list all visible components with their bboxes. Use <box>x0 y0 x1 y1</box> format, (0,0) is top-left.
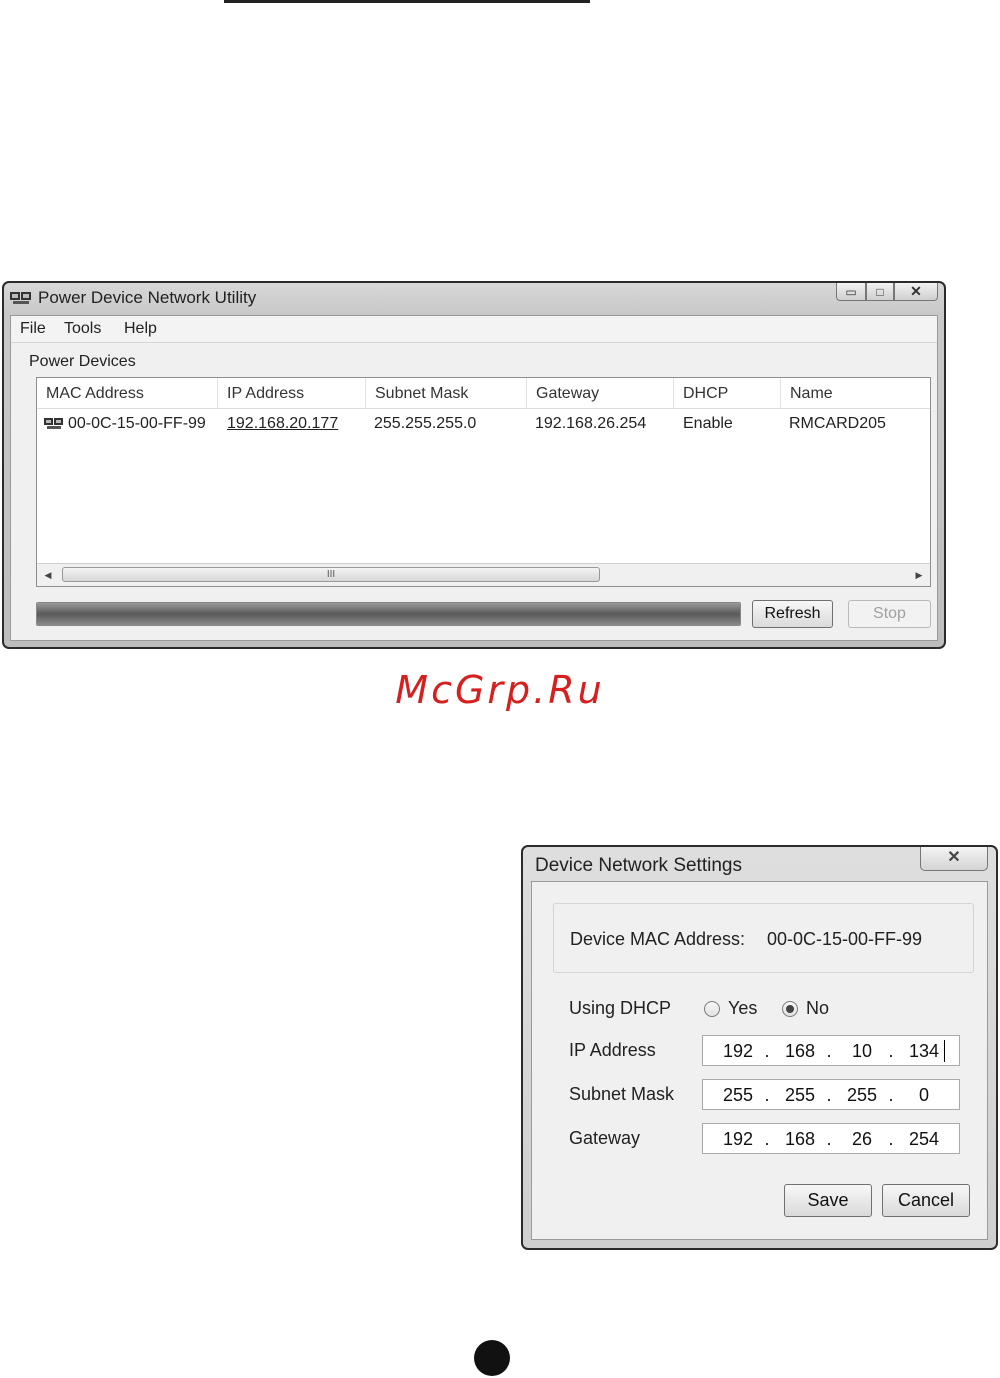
ip-label: IP Address <box>569 1040 656 1060</box>
subnet-octet-3[interactable]: 255 <box>837 1080 887 1109</box>
subnet-mask-input[interactable]: 255 . 255 . 255 . 0 <box>702 1079 960 1110</box>
ip-separator: . <box>826 1129 832 1149</box>
ip-separator: . <box>764 1129 770 1149</box>
cell-dhcp: Enable <box>683 415 733 432</box>
caption-buttons: ▭ □ ✕ <box>836 283 938 303</box>
ip-separator: . <box>764 1085 770 1105</box>
dialog-title: Device Network Settings <box>535 855 742 876</box>
subnet-octet-2[interactable]: 255 <box>775 1080 825 1109</box>
col-gateway[interactable]: Gateway <box>527 378 674 408</box>
watermark: McGrp.Ru <box>395 668 605 712</box>
ip-separator: . <box>888 1085 894 1105</box>
close-icon: ✕ <box>910 283 922 299</box>
top-rule <box>224 0 590 3</box>
ip-separator: . <box>764 1041 770 1061</box>
minimize-icon: ▭ <box>845 284 857 299</box>
col-ip-address[interactable]: IP Address <box>218 378 366 408</box>
maximize-icon: □ <box>876 284 884 299</box>
dhcp-label: Using DHCP <box>569 998 672 1018</box>
list-header: MAC Address IP Address Subnet Mask Gatew… <box>37 378 930 409</box>
ip-octet-2[interactable]: 168 <box>775 1036 825 1065</box>
subnet-octet-4[interactable]: 0 <box>899 1080 949 1109</box>
gateway-octet-3[interactable]: 26 <box>837 1124 887 1153</box>
mac-label: Device MAC Address: <box>570 929 746 949</box>
network-device-icon <box>44 418 63 429</box>
ip-octet-4[interactable]: 134 <box>899 1036 949 1065</box>
dhcp-yes-label[interactable]: Yes <box>728 998 757 1019</box>
progress-bar <box>36 602 741 626</box>
gateway-input[interactable]: 192 . 168 . 26 . 254 <box>702 1123 960 1154</box>
ip-separator: . <box>826 1085 832 1105</box>
menu-bar: File Tools Help <box>11 316 937 343</box>
progress-fill <box>37 603 740 625</box>
close-icon: ✕ <box>947 849 961 866</box>
gateway-label: Gateway <box>569 1128 641 1148</box>
dialog-close-button[interactable]: ✕ <box>920 847 988 871</box>
cell-name: RMCARD205 <box>789 415 886 432</box>
col-mac-address[interactable]: MAC Address <box>37 378 218 408</box>
horizontal-scrollbar[interactable]: ◀ III ▶ <box>37 563 930 586</box>
gateway-octet-4[interactable]: 254 <box>899 1124 949 1153</box>
dhcp-yes-radio[interactable] <box>704 1001 720 1017</box>
group-label: Power Devices <box>29 353 136 370</box>
window-title: Power Device Network Utility <box>38 288 257 307</box>
menu-file[interactable]: File <box>20 320 46 338</box>
ip-separator: . <box>888 1129 894 1149</box>
dhcp-no-radio[interactable] <box>782 1001 798 1017</box>
table-row[interactable]: 00-0C-15-00-FF-99 192.168.20.177 255.255… <box>37 409 930 437</box>
ip-octet-1[interactable]: 192 <box>713 1036 763 1065</box>
gateway-octet-2[interactable]: 168 <box>775 1124 825 1153</box>
ip-octet-3[interactable]: 10 <box>837 1036 887 1065</box>
subnet-octet-1[interactable]: 255 <box>713 1080 763 1109</box>
network-settings-dialog: Device Network Settings ✕ Device MAC Add… <box>521 845 998 1250</box>
gateway-octet-1[interactable]: 192 <box>713 1124 763 1153</box>
subnet-label: Subnet Mask <box>569 1084 675 1104</box>
main-window: Power Device Network Utility ▭ □ ✕ File … <box>2 281 946 649</box>
mac-value: 00-0C-15-00-FF-99 <box>767 929 923 949</box>
ip-separator: . <box>826 1041 832 1061</box>
dialog-client-area: Device MAC Address: 00-0C-15-00-FF-99 Us… <box>531 881 988 1240</box>
scroll-left-arrow-icon[interactable]: ◀ <box>39 566 57 584</box>
dhcp-no-label[interactable]: No <box>806 998 829 1019</box>
menu-tools[interactable]: Tools <box>64 320 101 338</box>
scroll-thumb[interactable]: III <box>62 567 600 582</box>
stop-button[interactable]: Stop <box>848 600 931 628</box>
save-button[interactable]: Save <box>784 1184 872 1217</box>
page-marker <box>474 1340 510 1376</box>
refresh-button[interactable]: Refresh <box>752 600 833 628</box>
ip-separator: . <box>888 1041 894 1061</box>
text-caret <box>944 1040 945 1062</box>
network-device-icon <box>10 292 31 304</box>
col-subnet-mask[interactable]: Subnet Mask <box>366 378 527 408</box>
cancel-button[interactable]: Cancel <box>882 1184 970 1217</box>
maximize-button[interactable]: □ <box>866 283 894 301</box>
minimize-button[interactable]: ▭ <box>836 283 866 301</box>
cell-ip-link[interactable]: 192.168.20.177 <box>227 409 338 437</box>
cell-subnet: 255.255.255.0 <box>374 415 477 432</box>
device-list[interactable]: MAC Address IP Address Subnet Mask Gatew… <box>36 377 931 587</box>
cell-mac: 00-0C-15-00-FF-99 <box>68 415 206 432</box>
col-name[interactable]: Name <box>781 378 930 408</box>
close-button[interactable]: ✕ <box>894 283 938 301</box>
ip-address-input[interactable]: 192 . 168 . 10 . 134 <box>702 1035 960 1066</box>
main-client-area: File Tools Help Power Devices MAC Addres… <box>10 315 938 641</box>
cell-gateway: 192.168.26.254 <box>535 415 647 432</box>
col-dhcp[interactable]: DHCP <box>674 378 781 408</box>
mac-group: Device MAC Address: 00-0C-15-00-FF-99 <box>553 903 974 973</box>
titlebar[interactable]: Power Device Network Utility ▭ □ ✕ <box>4 283 944 313</box>
menu-help[interactable]: Help <box>124 320 157 338</box>
scroll-right-arrow-icon[interactable]: ▶ <box>910 566 928 584</box>
